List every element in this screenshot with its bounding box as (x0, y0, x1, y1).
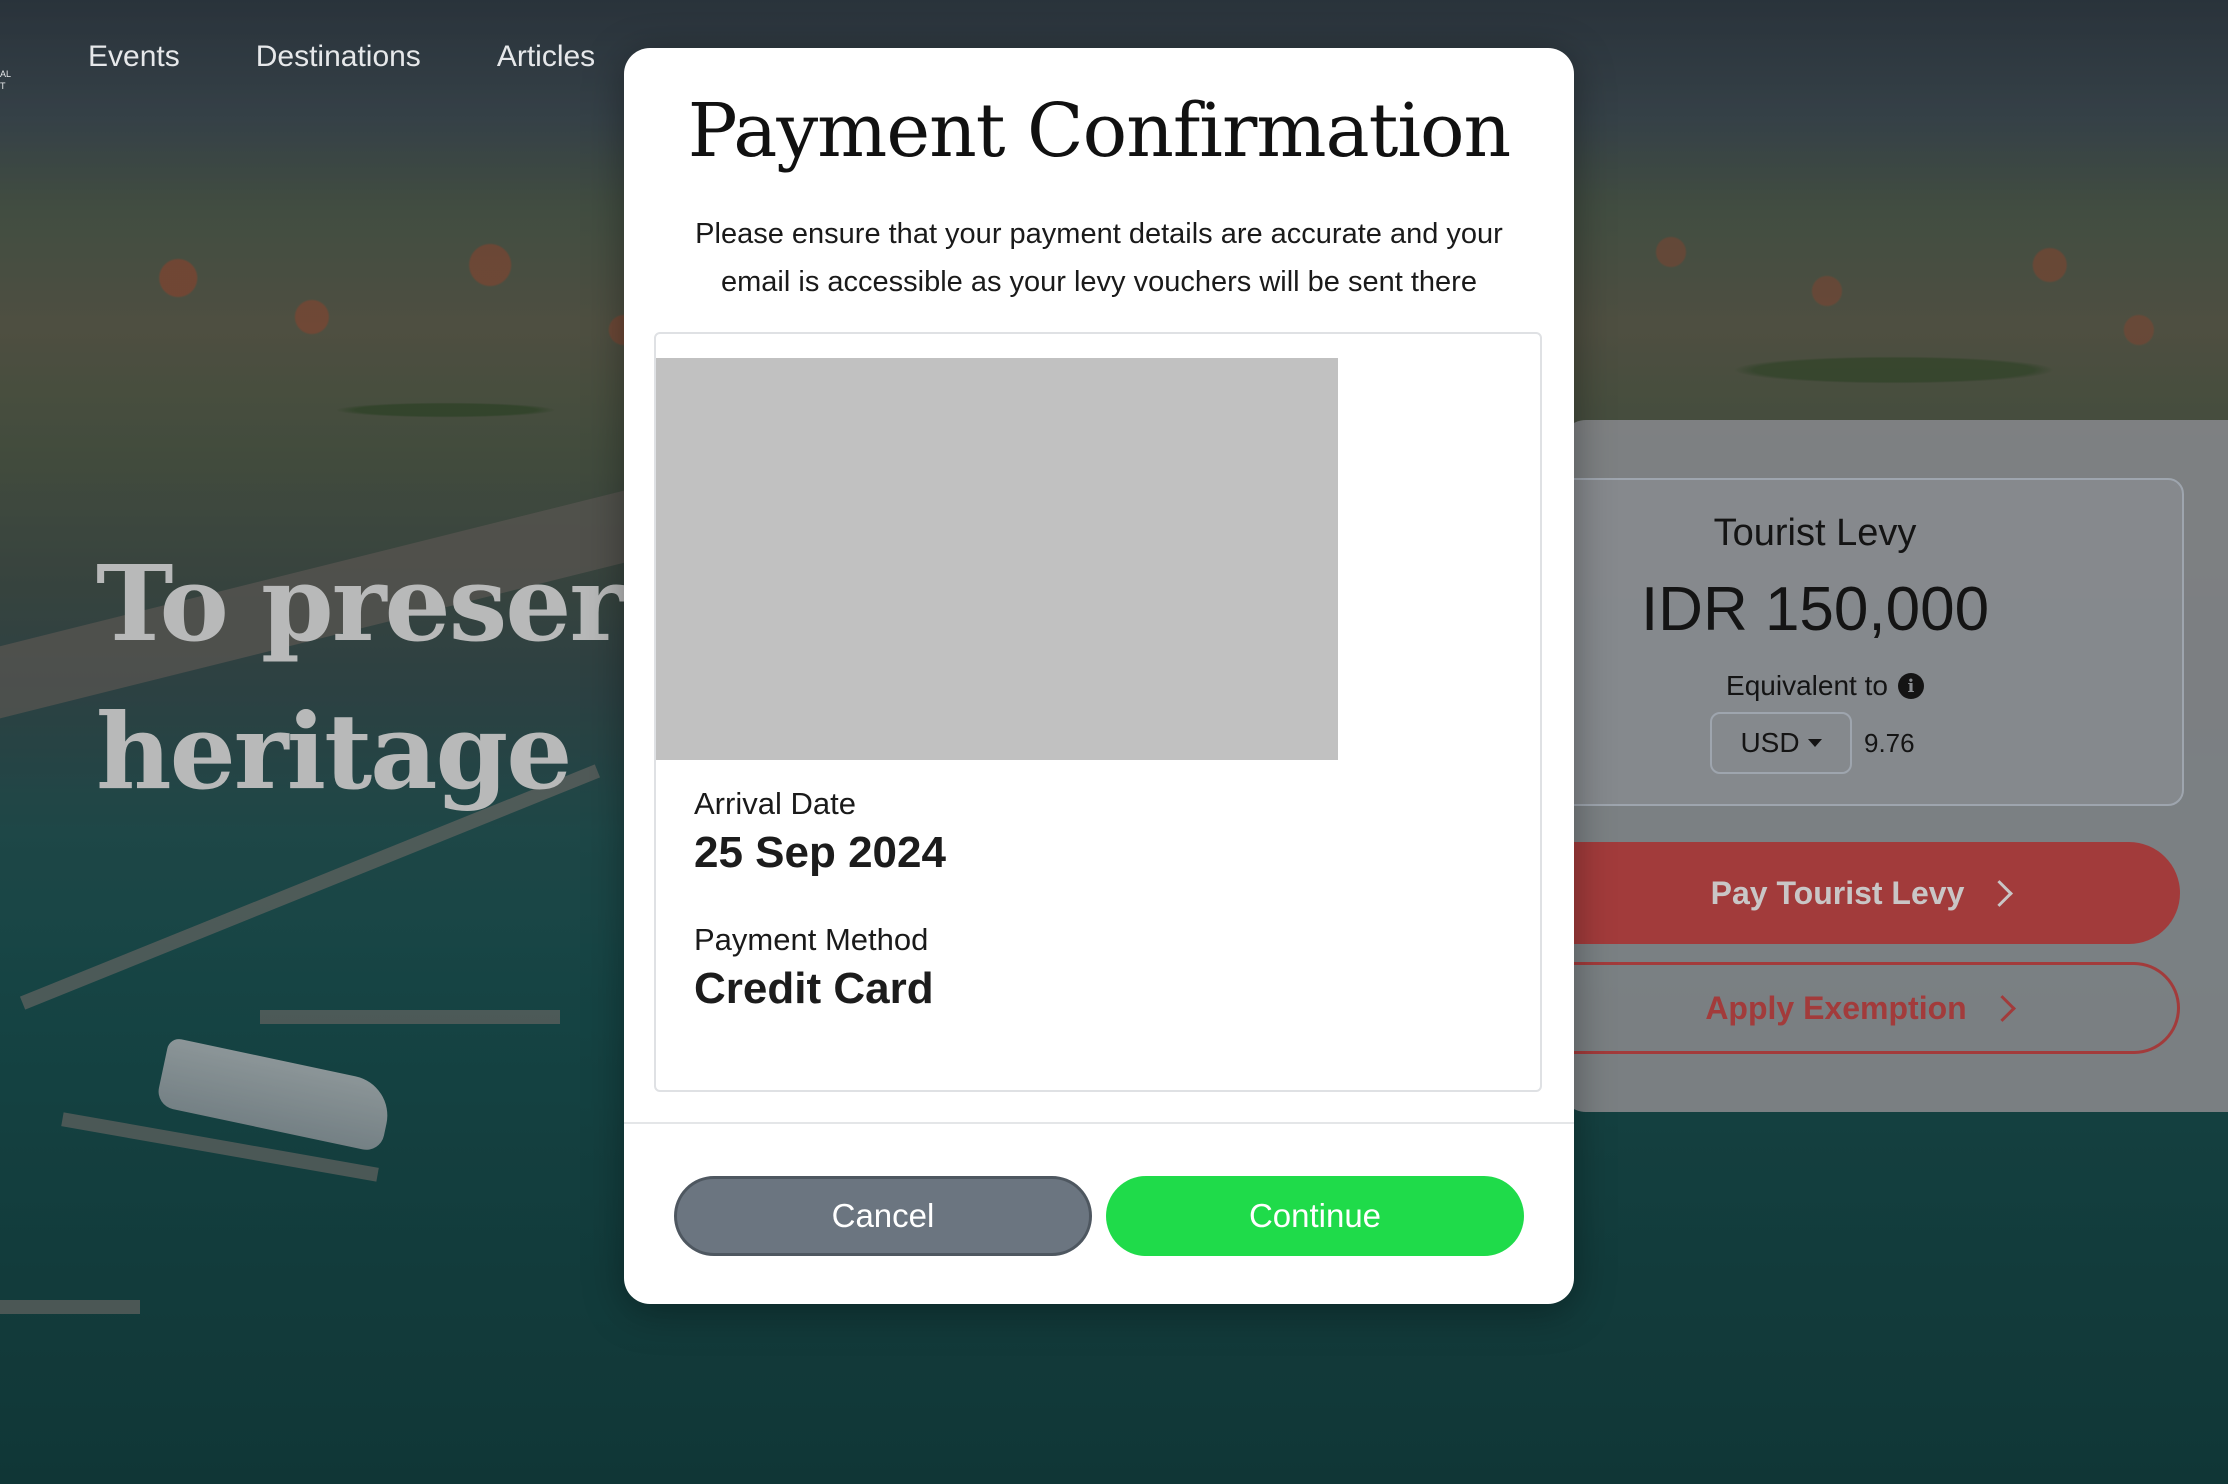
apply-exemption-label: Apply Exemption (1705, 989, 1967, 1026)
levy-amount: IDR 150,000 (1640, 575, 1990, 644)
payment-method-label: Payment Method (694, 922, 929, 957)
hero-line-1: To preserv (96, 542, 683, 665)
nav-item-events[interactable]: Events (88, 40, 180, 74)
arrival-date-label: Arrival Date (694, 786, 856, 821)
modal-subtitle: Please ensure that your payment details … (695, 218, 1503, 298)
payment-method-value: Credit Card (694, 964, 934, 1013)
pay-tourist-levy-button[interactable]: Pay Tourist Levy (1540, 842, 2180, 944)
chevron-right-icon (1988, 994, 2016, 1022)
arrival-date-value: 25 Sep 2024 (694, 828, 946, 877)
site-logo[interactable]: AL T (0, 68, 14, 92)
modal-divider (624, 1122, 1574, 1124)
modal-title: Payment Confirmation (687, 88, 1511, 174)
chevron-down-icon (1807, 739, 1822, 747)
currency-select[interactable]: USD (1710, 712, 1852, 774)
converted-value: 9.76 (1864, 728, 1915, 758)
cancel-button[interactable]: Cancel (674, 1176, 1092, 1256)
continue-button[interactable]: Continue (1106, 1176, 1524, 1256)
currency-value: USD (1740, 727, 1800, 758)
payment-confirmation-modal: Payment Confirmation Please ensure that … (624, 48, 1574, 1304)
hero-heading: To preserv heritage (96, 530, 683, 826)
hero-line-2: heritage (96, 690, 572, 813)
equivalent-label: Equivalent to (1726, 670, 1888, 701)
info-icon[interactable]: i (1897, 673, 1924, 699)
levy-title: Tourist Levy (1713, 512, 1917, 554)
levy-equivalent: Equivalent to i (1680, 670, 1970, 702)
apply-exemption-button[interactable]: Apply Exemption (1540, 962, 2180, 1054)
nav-item-articles[interactable]: Articles (497, 40, 595, 74)
nav-item-destinations[interactable]: Destinations (256, 40, 421, 74)
payment-card-image (656, 358, 1338, 760)
pay-tourist-levy-label: Pay Tourist Levy (1710, 874, 1965, 911)
chevron-right-icon (1986, 879, 2014, 907)
top-navigation: Events Destinations Articles (88, 40, 595, 74)
